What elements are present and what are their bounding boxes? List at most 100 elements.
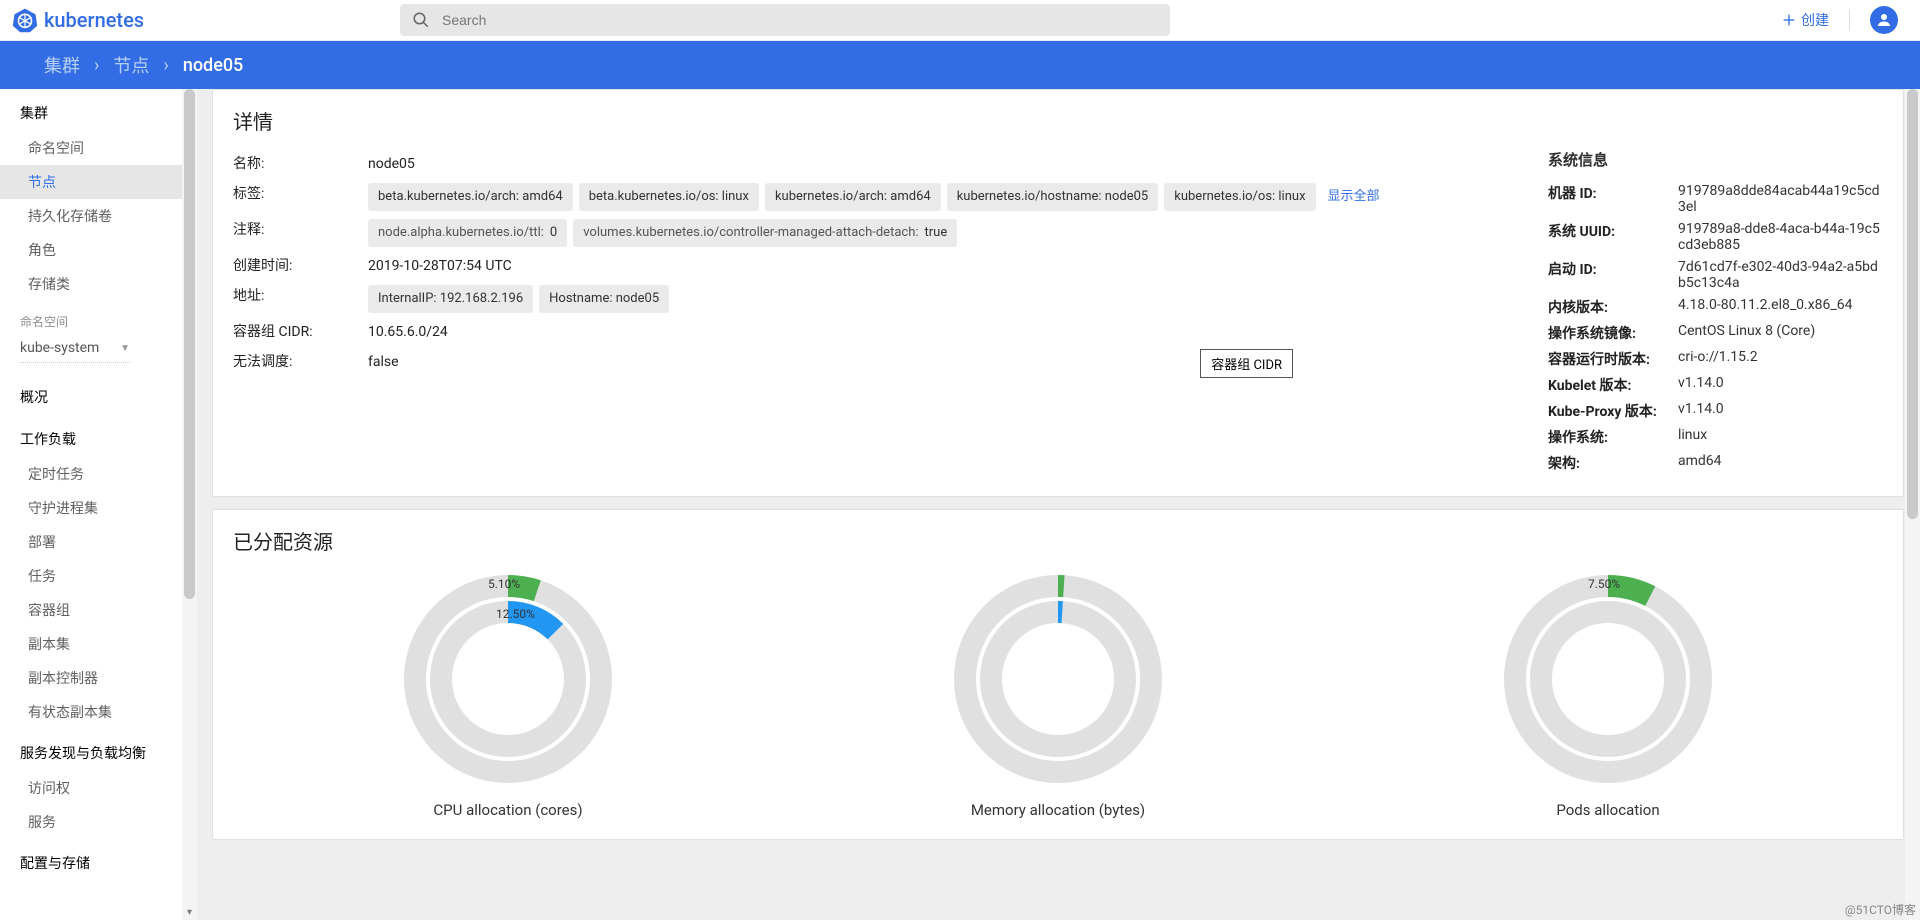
donut-chart: Memory allocation (bytes) — [908, 569, 1208, 819]
system-info: 系统信息 机器 ID:919789a8dde84acab44a19c5cd3el… — [1548, 149, 1883, 476]
nav-nodes[interactable]: 节点 — [0, 165, 182, 199]
breadcrumb-current: node05 — [183, 55, 243, 76]
inner-pct-label: 12.50% — [496, 607, 535, 621]
breadcrumb-nodes[interactable]: 节点 — [113, 52, 149, 78]
sysinfo-key: Kubelet 版本: — [1548, 375, 1678, 395]
nav-storageclass[interactable]: 存储类 — [0, 267, 182, 301]
label-created: 创建时间: — [233, 255, 368, 277]
nav-roles[interactable]: 角色 — [0, 233, 182, 267]
nav-pods[interactable]: 容器组 — [0, 593, 182, 627]
breadcrumb-bar: 集群 › 节点 › node05 — [0, 41, 1920, 89]
chart-title: CPU allocation (cores) — [433, 801, 582, 819]
address-chip: InternalIP: 192.168.2.196 — [368, 285, 533, 313]
kubernetes-icon — [12, 7, 38, 33]
sidebar: 集群 命名空间 节点 持久化存储卷 角色 存储类 命名空间 kube-syste… — [0, 89, 198, 920]
chevron-down-icon: ▼ — [120, 343, 130, 354]
nav-services[interactable]: 服务 — [0, 805, 182, 839]
value-created: 2019-10-28T07:54 UTC — [368, 255, 1508, 277]
nav-deployments[interactable]: 部署 — [0, 525, 182, 559]
sidebar-scrollbar[interactable]: ▴ ▾ — [182, 89, 197, 920]
user-menu[interactable] — [1870, 6, 1898, 34]
show-all-labels[interactable]: 显示全部 — [1322, 183, 1386, 211]
label-unsched: 无法调度: — [233, 351, 368, 373]
sysinfo-value: amd64 — [1678, 453, 1883, 473]
brand-logo[interactable]: kubernetes — [12, 7, 144, 33]
scrollbar-thumb[interactable] — [1907, 89, 1918, 519]
create-button[interactable]: 创建 — [1781, 10, 1829, 30]
sysinfo-key: 架构: — [1548, 453, 1678, 473]
label-annotations: 注释: — [233, 219, 368, 241]
sysinfo-title: 系统信息 — [1548, 149, 1883, 170]
outer-pct-label: 5.10% — [488, 577, 520, 591]
nav-statefulsets[interactable]: 有状态副本集 — [0, 695, 182, 729]
label-name: 名称: — [233, 153, 368, 175]
value-unsched: false — [368, 351, 1508, 373]
breadcrumb-root[interactable]: 集群 — [44, 52, 80, 78]
sysinfo-value: 7d61cd7f-e302-40d3-94a2-a5bdb5c13c4a — [1678, 259, 1883, 291]
value-podcidr: 10.65.6.0/24 — [368, 321, 1508, 343]
sysinfo-row: Kubelet 版本:v1.14.0 — [1548, 372, 1883, 398]
nav-jobs[interactable]: 任务 — [0, 559, 182, 593]
nav-header-discovery[interactable]: 服务发现与负载均衡 — [0, 729, 182, 771]
nav-pv[interactable]: 持久化存储卷 — [0, 199, 182, 233]
user-icon — [1875, 11, 1893, 29]
nav-header-cluster[interactable]: 集群 — [0, 89, 182, 131]
divider — [1849, 9, 1850, 31]
label-labels: 标签: — [233, 183, 368, 205]
details-title: 详情 — [233, 106, 1883, 135]
nav-ingress[interactable]: 访问权 — [0, 771, 182, 805]
nav-replicasets[interactable]: 副本集 — [0, 627, 182, 661]
sysinfo-value: 919789a8dde84acab44a19c5cd3el — [1678, 183, 1883, 215]
sysinfo-key: 机器 ID: — [1548, 183, 1678, 215]
nav-namespaces[interactable]: 命名空间 — [0, 131, 182, 165]
nav-overview[interactable]: 概况 — [0, 373, 182, 415]
nav-daemonsets[interactable]: 守护进程集 — [0, 491, 182, 525]
breadcrumb: 集群 › 节点 › node05 — [44, 52, 243, 78]
search-icon — [412, 11, 430, 29]
sysinfo-key: 操作系统: — [1548, 427, 1678, 447]
donut-chart: 5.10% 12.50% CPU allocation (cores) — [358, 569, 658, 819]
details-card: 详情 名称: node05 标签: beta.kubernetes.io/arc… — [212, 89, 1904, 497]
sysinfo-value: 4.18.0-80.11.2.el8_0.x86_64 — [1678, 297, 1883, 317]
pod-cidr-button[interactable]: 容器组 CIDR — [1200, 349, 1293, 378]
search-box[interactable] — [400, 4, 1170, 36]
label-chip: beta.kubernetes.io/arch: amd64 — [368, 183, 573, 211]
value-name: node05 — [368, 153, 1508, 175]
outer-pct-label: 7.50% — [1588, 577, 1620, 591]
chevron-right-icon: › — [94, 55, 99, 76]
nav-rc[interactable]: 副本控制器 — [0, 661, 182, 695]
search-input[interactable] — [442, 12, 1158, 28]
scroll-down-icon: ▾ — [182, 907, 197, 918]
sysinfo-row: 内核版本:4.18.0-80.11.2.el8_0.x86_64 — [1548, 294, 1883, 320]
sysinfo-value: cri-o://1.15.2 — [1678, 349, 1883, 369]
sysinfo-row: Kube-Proxy 版本:v1.14.0 — [1548, 398, 1883, 424]
allocated-title: 已分配资源 — [233, 526, 1883, 555]
label-address: 地址: — [233, 285, 368, 307]
sysinfo-row: 架构:amd64 — [1548, 450, 1883, 476]
label-podcidr: 容器组 CIDR: — [233, 321, 368, 343]
sysinfo-value: v1.14.0 — [1678, 375, 1883, 395]
chart-title: Memory allocation (bytes) — [971, 801, 1145, 819]
sysinfo-value: 919789a8-dde8-4aca-b44a-19c5cd3eb885 — [1678, 221, 1883, 253]
nav-header-config[interactable]: 配置与存储 — [0, 839, 182, 881]
chart-title: Pods allocation — [1556, 801, 1659, 819]
namespace-select[interactable]: kube-system ▼ — [20, 334, 130, 363]
main-scrollbar[interactable] — [1905, 89, 1920, 920]
sysinfo-row: 容器运行时版本:cri-o://1.15.2 — [1548, 346, 1883, 372]
sysinfo-row: 操作系统:linux — [1548, 424, 1883, 450]
sysinfo-row: 机器 ID:919789a8dde84acab44a19c5cd3el — [1548, 180, 1883, 218]
sysinfo-row: 操作系统镜像:CentOS Linux 8 (Core) — [1548, 320, 1883, 346]
address-chip: Hostname: node05 — [539, 285, 669, 313]
annotation-chip: volumes.kubernetes.io/controller-managed… — [573, 219, 957, 247]
nav-cronjobs[interactable]: 定时任务 — [0, 457, 182, 491]
brand-text: kubernetes — [44, 8, 144, 32]
nav-header-workloads[interactable]: 工作负载 — [0, 415, 182, 457]
sysinfo-value: CentOS Linux 8 (Core) — [1678, 323, 1883, 343]
create-label: 创建 — [1801, 10, 1829, 30]
label-chip: kubernetes.io/arch: amd64 — [765, 183, 941, 211]
sysinfo-row: 系统 UUID:919789a8-dde8-4aca-b44a-19c5cd3e… — [1548, 218, 1883, 256]
label-chip: beta.kubernetes.io/os: linux — [579, 183, 759, 211]
label-chip: kubernetes.io/hostname: node05 — [947, 183, 1159, 211]
sysinfo-key: 启动 ID: — [1548, 259, 1678, 291]
scrollbar-thumb[interactable] — [184, 89, 195, 599]
